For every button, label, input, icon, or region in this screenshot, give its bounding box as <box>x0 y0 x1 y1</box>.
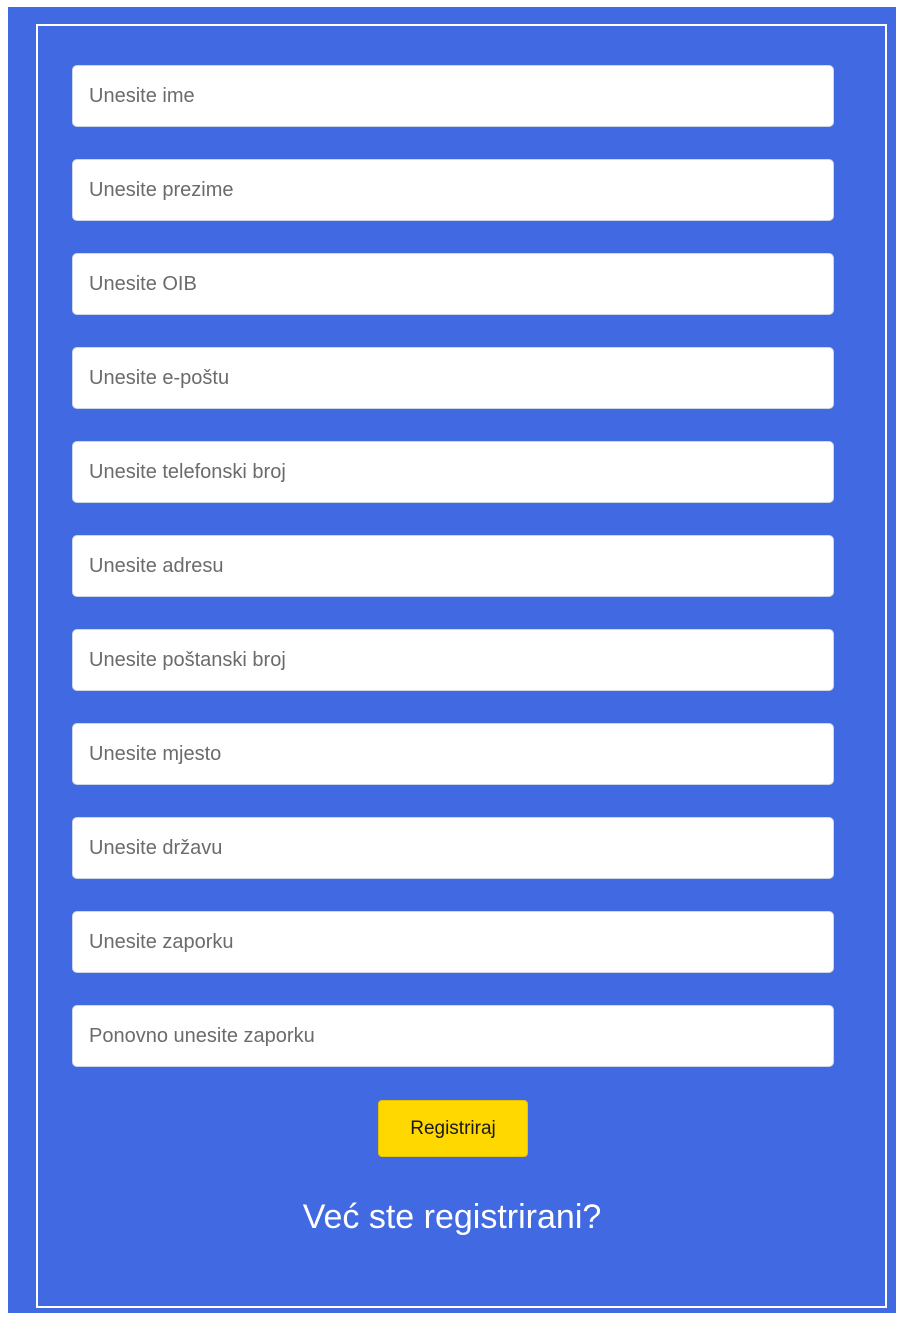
address-field[interactable] <box>72 535 834 597</box>
email-field[interactable] <box>72 347 834 409</box>
registration-form <box>72 65 834 1067</box>
register-button[interactable]: Registriraj <box>378 1100 528 1157</box>
postal-code-field[interactable] <box>72 629 834 691</box>
oib-field[interactable] <box>72 253 834 315</box>
already-registered-link[interactable]: Već ste registrirani? <box>0 1198 904 1237</box>
confirm-password-field[interactable] <box>72 1005 834 1067</box>
city-field[interactable] <box>72 723 834 785</box>
country-field[interactable] <box>72 817 834 879</box>
password-field[interactable] <box>72 911 834 973</box>
phone-field[interactable] <box>72 441 834 503</box>
last-name-field[interactable] <box>72 159 834 221</box>
first-name-field[interactable] <box>72 65 834 127</box>
